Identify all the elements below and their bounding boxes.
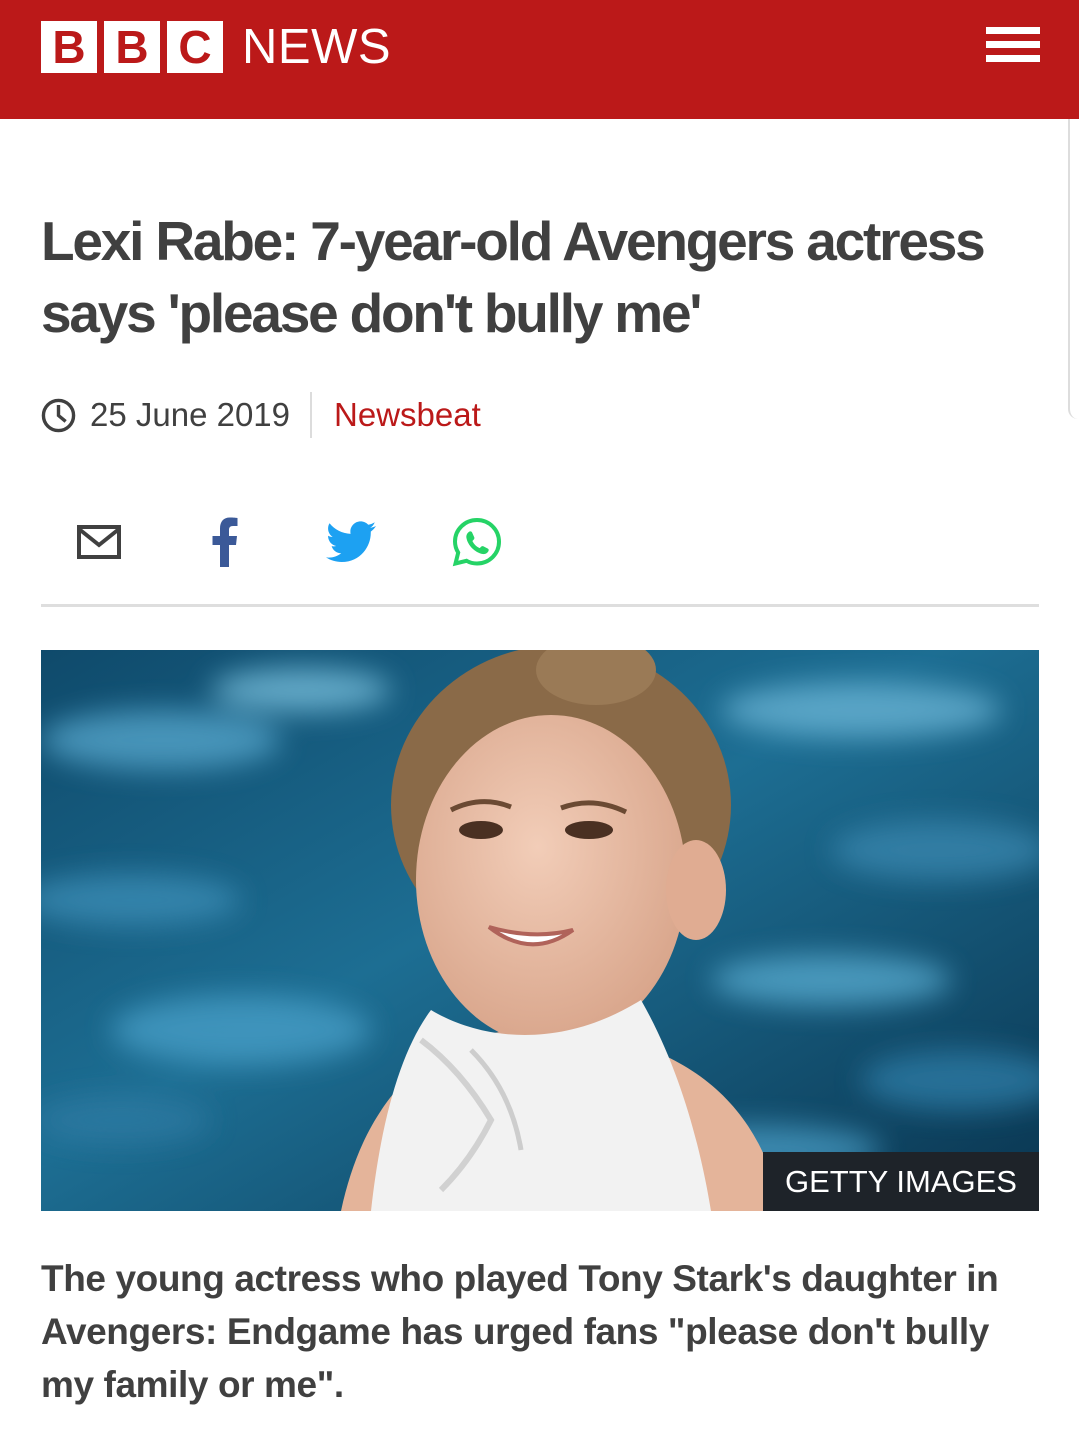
- article-hero-image: GETTY IMAGES: [41, 650, 1039, 1211]
- whatsapp-icon: [452, 517, 502, 567]
- hamburger-menu-icon[interactable]: [986, 27, 1040, 67]
- facebook-icon: [212, 517, 238, 567]
- article-intro: The young actress who played Tony Stark'…: [41, 1258, 999, 1405]
- logo-letter-c: C: [167, 21, 223, 73]
- article-meta: 25 June 2019 Newsbeat: [41, 390, 481, 440]
- meta-divider: [310, 392, 313, 438]
- logo-word-news: NEWS: [242, 19, 391, 74]
- clock-icon: [41, 398, 76, 432]
- twitter-icon: [326, 521, 376, 562]
- scrollbar: [1068, 119, 1079, 419]
- publish-date: 25 June 2019: [90, 396, 291, 433]
- share-whatsapp-button[interactable]: [444, 510, 510, 574]
- logo-letter-b1: B: [41, 21, 97, 73]
- envelope-icon: [77, 525, 121, 559]
- page: B B C NEWS Lexi Rabe: 7-year-old Avenger…: [0, 0, 1079, 1439]
- share-twitter-button[interactable]: [318, 510, 384, 574]
- share-facebook-button[interactable]: [192, 510, 258, 574]
- image-credit: GETTY IMAGES: [763, 1152, 1039, 1211]
- share-email-button[interactable]: [66, 510, 132, 574]
- share-divider: [41, 604, 1039, 607]
- share-bar: [41, 510, 1041, 575]
- section-link-newsbeat[interactable]: Newsbeat: [334, 396, 481, 434]
- article-headline: Lexi Rabe: 7-year-old Avengers actress s…: [41, 210, 986, 344]
- site-header: B B C NEWS: [0, 0, 1079, 119]
- portrait-photo: [41, 650, 1039, 1211]
- bbc-news-logo[interactable]: B B C NEWS: [41, 21, 391, 73]
- logo-letter-b2: B: [104, 21, 160, 73]
